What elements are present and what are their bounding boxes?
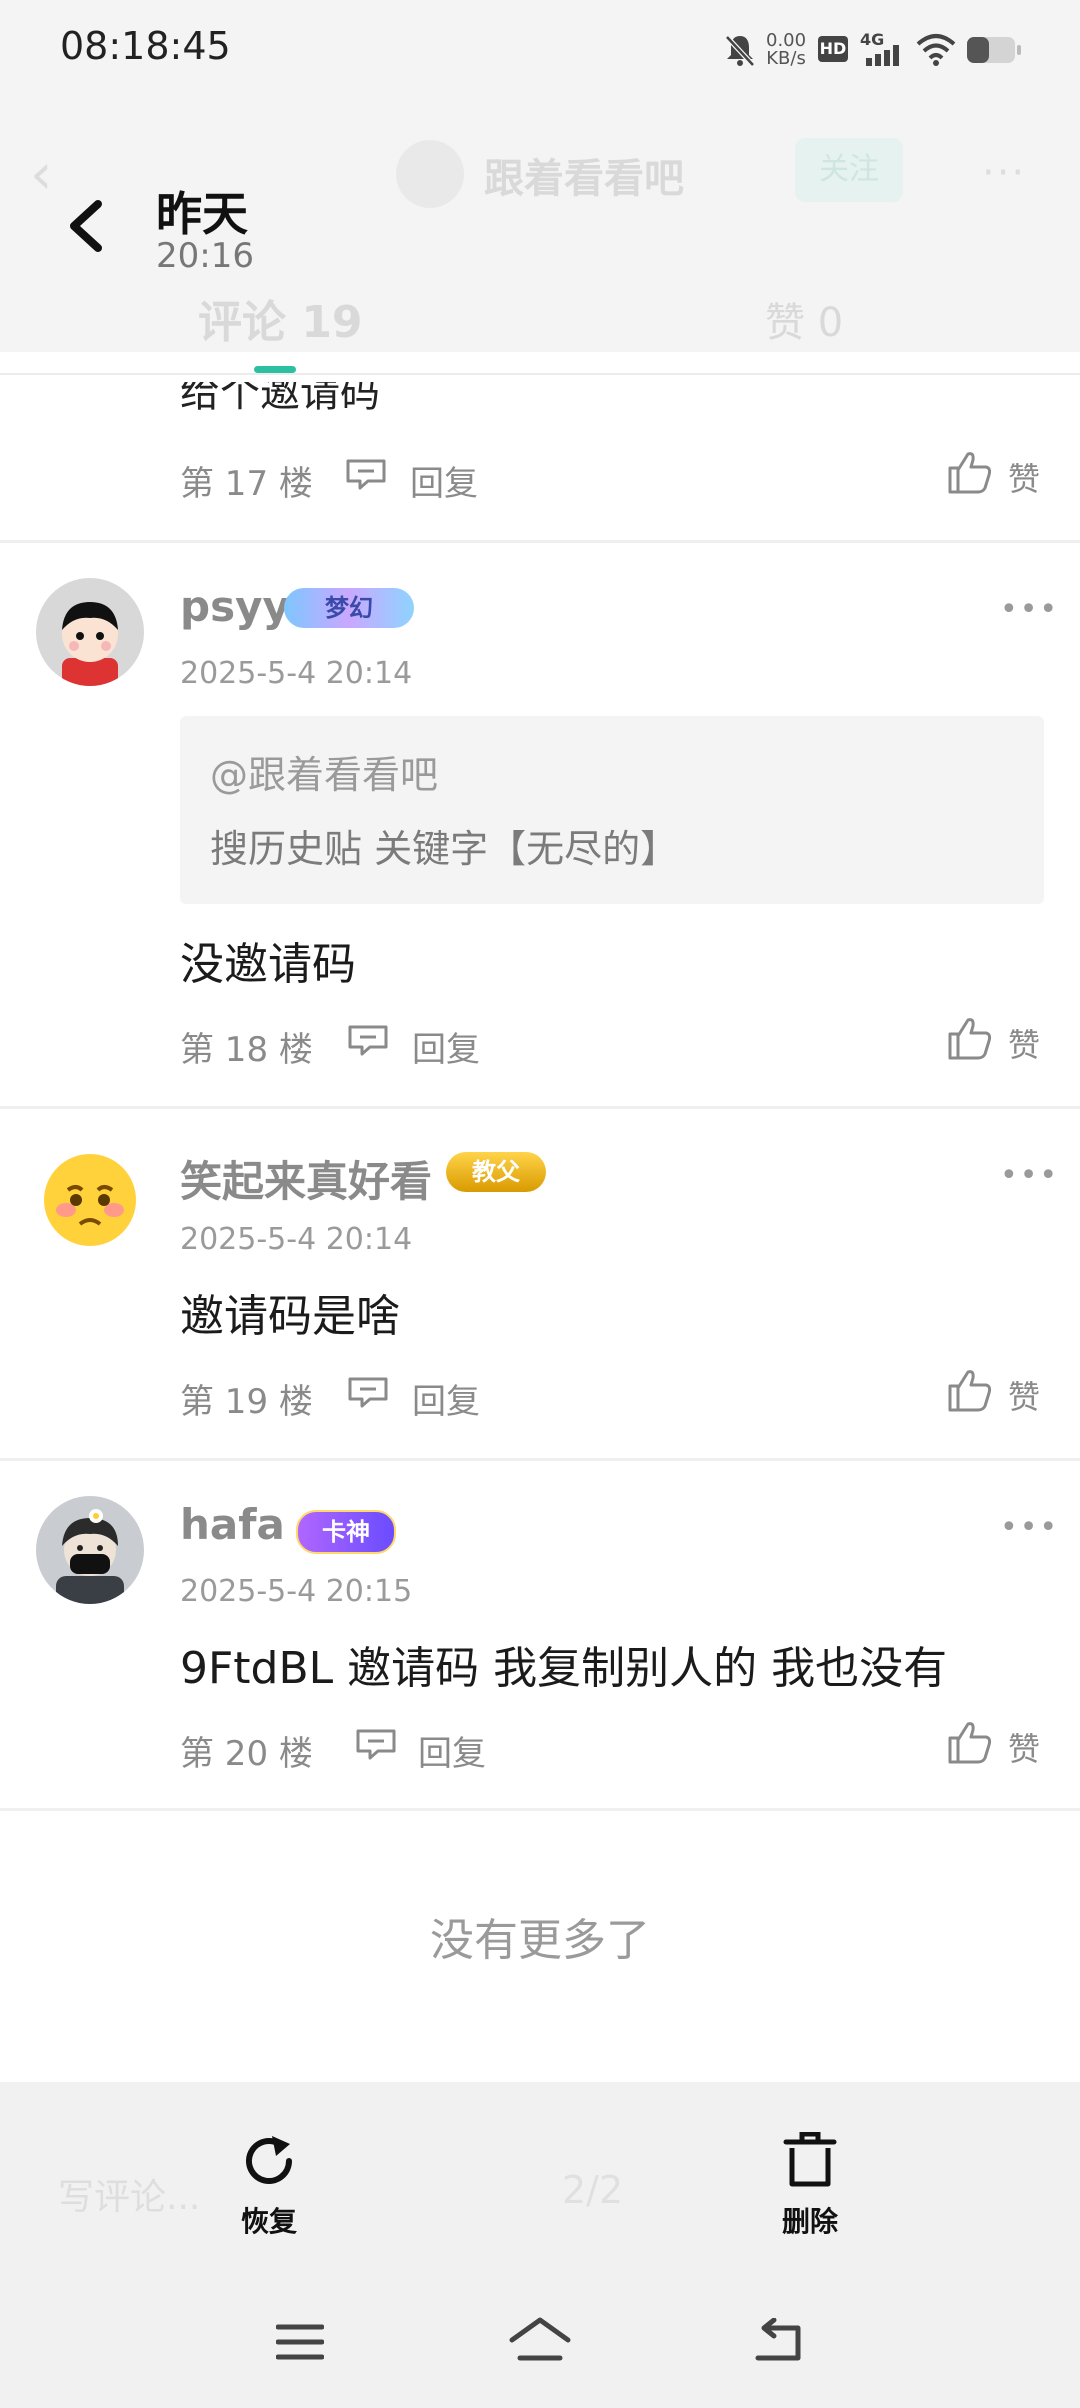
background-back-icon: ‹ bbox=[30, 142, 53, 207]
comment-content: 没邀请码 bbox=[180, 939, 356, 990]
avatar[interactable] bbox=[36, 1146, 144, 1254]
background-more-icon: ··· bbox=[982, 150, 1027, 196]
status-time: 08:18:45 bbox=[60, 24, 231, 68]
comment-content: 9FtdBL 邀请码 我复制别人的 我也没有 bbox=[180, 1643, 948, 1694]
floor-number: 第 20 楼 bbox=[180, 1734, 313, 1774]
net-speed: 0.00 KB/s bbox=[766, 30, 807, 69]
restore-icon[interactable] bbox=[240, 2132, 298, 2190]
wifi-icon bbox=[916, 34, 956, 66]
comment-time: 2025-5-4 20:15 bbox=[180, 1574, 413, 1609]
username[interactable]: psyy bbox=[180, 582, 290, 631]
comment-time: 2025-5-4 20:14 bbox=[180, 656, 413, 691]
background-follow-button: 关注 bbox=[795, 138, 903, 202]
reply-button[interactable]: 回复 bbox=[412, 1022, 480, 1071]
like-button[interactable]: 赞 bbox=[1008, 1020, 1040, 1066]
avatar[interactable] bbox=[36, 578, 144, 686]
mute-bell-icon bbox=[725, 35, 755, 67]
username[interactable]: hafa bbox=[180, 1500, 285, 1549]
reply-button[interactable]: 回复 bbox=[412, 1374, 480, 1423]
header-time: 20:16 bbox=[156, 236, 254, 276]
end-of-list-text: 没有更多了 bbox=[430, 1915, 650, 1966]
reply-button[interactable]: 回复 bbox=[410, 456, 478, 505]
user-badge: 教父 bbox=[446, 1152, 546, 1192]
reply-icon[interactable] bbox=[346, 1024, 390, 1056]
tab-indicator bbox=[254, 366, 296, 373]
header-day: 昨天 bbox=[156, 187, 248, 241]
battery-icon bbox=[967, 37, 1021, 63]
quote-text: 搜历史贴 关键字【无尽的】 bbox=[210, 827, 679, 871]
restore-button[interactable]: 恢复 bbox=[209, 2200, 329, 2240]
divider bbox=[0, 1808, 1080, 1811]
user-badge: 梦幻 bbox=[284, 588, 414, 628]
divider bbox=[0, 1106, 1080, 1109]
divider bbox=[0, 1458, 1080, 1461]
more-options-icon[interactable]: ••• bbox=[1000, 592, 1059, 627]
header-divider bbox=[0, 373, 1080, 375]
floor-number: 第 17 楼 bbox=[180, 464, 313, 504]
background-avatar bbox=[396, 140, 464, 208]
reply-icon[interactable] bbox=[344, 458, 388, 490]
reply-icon[interactable] bbox=[346, 1376, 390, 1408]
menu-nav-icon[interactable] bbox=[276, 2322, 324, 2362]
background-page-indicator: 2/2 bbox=[562, 2168, 624, 2212]
divider bbox=[0, 540, 1080, 543]
floor-number: 第 19 楼 bbox=[180, 1382, 313, 1422]
like-button[interactable]: 赞 bbox=[1008, 1372, 1040, 1418]
more-options-icon[interactable]: ••• bbox=[1000, 1158, 1059, 1193]
like-button[interactable]: 赞 bbox=[1008, 454, 1040, 500]
background-write-comment: 写评论... bbox=[58, 2177, 201, 2218]
comment-time: 2025-5-4 20:14 bbox=[180, 1222, 413, 1257]
user-badge: 卡神 bbox=[296, 1510, 396, 1554]
delete-button[interactable]: 删除 bbox=[750, 2200, 870, 2240]
like-icon[interactable] bbox=[946, 1718, 994, 1766]
like-button[interactable]: 赞 bbox=[1008, 1724, 1040, 1770]
like-icon[interactable] bbox=[946, 1366, 994, 1414]
reply-icon[interactable] bbox=[354, 1728, 398, 1760]
reply-button[interactable]: 回复 bbox=[418, 1726, 486, 1775]
background-tab-likes: 赞 0 bbox=[765, 300, 844, 346]
hd-badge: HD bbox=[818, 36, 848, 62]
back-arrow-icon[interactable] bbox=[60, 186, 120, 266]
more-options-icon[interactable]: ••• bbox=[1000, 1510, 1059, 1545]
background-title: 跟着看看吧 bbox=[484, 156, 684, 202]
like-icon[interactable] bbox=[946, 1014, 994, 1062]
username[interactable]: 笑起来真好看 bbox=[180, 1148, 432, 1209]
home-nav-icon[interactable] bbox=[508, 2316, 572, 2364]
like-icon[interactable] bbox=[946, 448, 994, 496]
quote-mention[interactable]: @跟着看看吧 bbox=[210, 744, 438, 799]
floor-number: 第 18 楼 bbox=[180, 1030, 313, 1070]
comment-content: 邀请码是啥 bbox=[180, 1291, 400, 1342]
back-nav-icon[interactable] bbox=[752, 2318, 806, 2364]
signal-icon bbox=[866, 45, 899, 66]
trash-icon[interactable] bbox=[782, 2132, 838, 2190]
background-tab-comments: 评论 19 bbox=[198, 297, 363, 348]
avatar[interactable] bbox=[36, 1496, 144, 1604]
